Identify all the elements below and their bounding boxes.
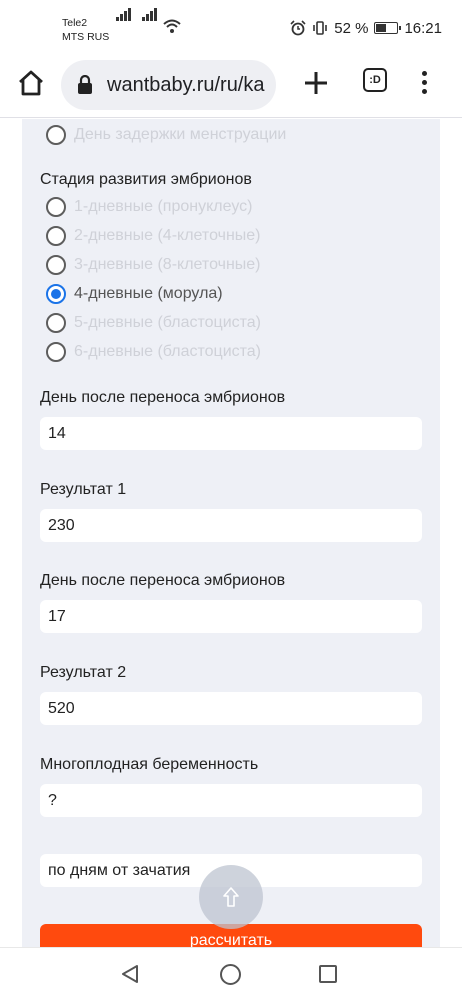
carrier-name-1: Tele2: [62, 17, 88, 29]
multiple-pregnancy-label: Многоплодная беременность: [40, 756, 259, 773]
status-right-group: 52 % 16:21: [290, 19, 442, 37]
stage-option[interactable]: 2-дневные (4-клеточные): [46, 225, 261, 247]
radio-button[interactable]: [46, 313, 66, 333]
carrier-info: Tele2 MTS RUS: [62, 16, 109, 44]
multiple-pregnancy-select[interactable]: ?: [40, 784, 422, 817]
new-tab-icon[interactable]: [301, 68, 331, 98]
stage-option-label: 3-дневные (8-клеточные): [74, 256, 261, 273]
scroll-to-top-button[interactable]: [199, 865, 263, 929]
arrow-up-icon: [223, 887, 239, 907]
carrier-name-2: MTS RUS: [62, 31, 110, 43]
radio-button[interactable]: [46, 197, 66, 217]
battery-icon: [374, 22, 402, 34]
home-icon[interactable]: [16, 68, 46, 98]
tab-switcher-button[interactable]: :D: [363, 68, 387, 92]
alarm-icon: [290, 20, 306, 36]
stage-option-label: 4-дневные (морула): [74, 285, 223, 302]
stage-option-label: 1-дневные (пронуклеус): [74, 198, 253, 215]
clock: 16:21: [404, 19, 442, 37]
day1-input[interactable]: 14: [40, 417, 422, 450]
more-menu-icon[interactable]: [418, 68, 432, 98]
page-content: День задержки менструации Стадия развити…: [0, 119, 462, 947]
stage-option-label: 6-дневные (бластоциста): [74, 343, 262, 360]
stage-option[interactable]: 5-дневные (бластоциста): [46, 312, 261, 334]
result1-input[interactable]: 230: [40, 509, 422, 542]
address-bar[interactable]: wantbaby.ru/ru/ka: [61, 60, 276, 110]
stage-option[interactable]: 6-дневные (бластоциста): [46, 341, 261, 363]
result1-label: Результат 1: [40, 481, 127, 498]
wifi-icon: [163, 19, 181, 33]
day1-label: День после переноса эмбрионов: [40, 389, 286, 406]
stage-option[interactable]: 1-дневные (пронуклеус): [46, 196, 252, 218]
radio-button[interactable]: [46, 125, 66, 145]
calculator-form: День задержки менструации Стадия развити…: [22, 119, 440, 947]
stage-option[interactable]: 4-дневные (морула): [46, 283, 223, 305]
browser-toolbar: wantbaby.ru/ru/ka :D: [0, 54, 462, 118]
vibrate-icon: [313, 21, 328, 35]
home-nav-icon[interactable]: [220, 964, 241, 985]
stage-option[interactable]: 3-дневные (8-клеточные): [46, 254, 261, 276]
status-bar: Tele2 MTS RUS 52 % 16:21: [0, 0, 462, 54]
url-text: wantbaby.ru/ru/ka: [107, 74, 265, 96]
stage-label: Стадия развития эмбрионов: [40, 171, 252, 188]
radio-option-delay[interactable]: День задержки менструации: [46, 124, 286, 146]
battery-percent: 52 %: [334, 19, 369, 37]
result2-label: Результат 2: [40, 664, 127, 681]
radio-button[interactable]: [46, 226, 66, 246]
recent-apps-icon[interactable]: [319, 965, 337, 983]
radio-button[interactable]: [46, 284, 66, 304]
radio-label: День задержки менструации: [74, 126, 287, 143]
stage-option-label: 5-дневные (бластоциста): [74, 314, 262, 331]
radio-button[interactable]: [46, 342, 66, 362]
lock-icon: [78, 75, 92, 94]
day2-label: День после переноса эмбрионов: [40, 572, 286, 589]
radio-button[interactable]: [46, 255, 66, 275]
tab-count: :D: [369, 74, 381, 86]
system-nav-bar: [0, 947, 462, 1000]
stage-option-label: 2-дневные (4-клеточные): [74, 227, 261, 244]
back-icon[interactable]: [120, 964, 140, 984]
day2-input[interactable]: 17: [40, 600, 422, 633]
result2-input[interactable]: 520: [40, 692, 422, 725]
